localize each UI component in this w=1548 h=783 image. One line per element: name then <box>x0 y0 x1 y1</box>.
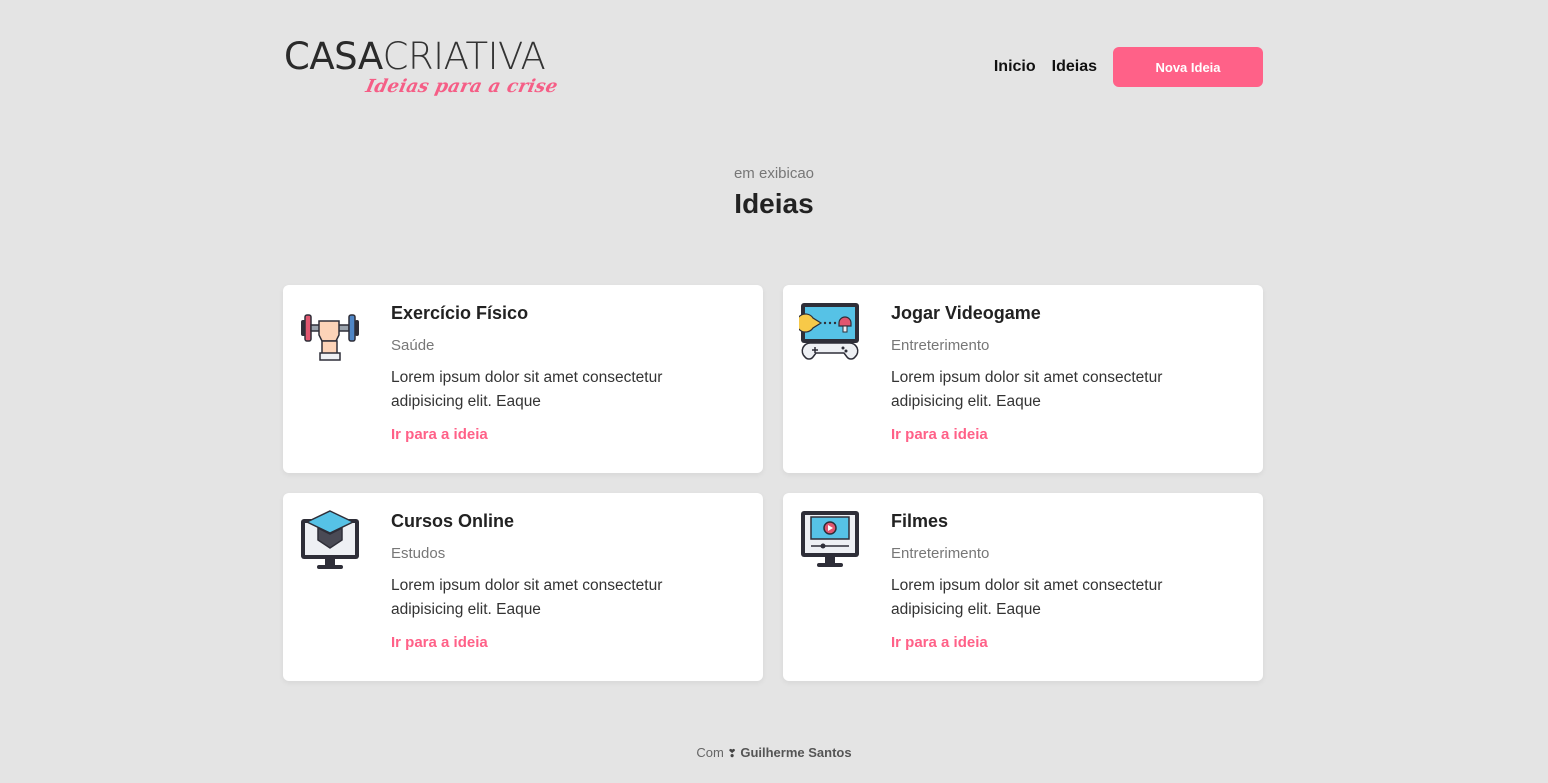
heart-icon: ❣ <box>727 748 737 760</box>
card-category: Saúde <box>391 337 435 354</box>
nav-link-ideias[interactable]: Ideias <box>1052 58 1097 76</box>
card-title: Filmes <box>891 511 949 531</box>
idea-card: Jogar Videogame Entreterimento Lorem ips… <box>783 285 1263 473</box>
footer: Com ❣ Guilherme Santos <box>0 745 1548 760</box>
online-course-icon <box>301 510 359 569</box>
videogame-icon <box>799 303 859 360</box>
card-description: Lorem ipsum dolor sit amet consectetur a… <box>891 577 1163 618</box>
card-link[interactable]: Ir para a ideia <box>891 426 988 443</box>
logo[interactable]: CASACRIATIVA Ideias para a crise <box>284 38 584 102</box>
footer-author: Guilherme Santos <box>740 745 852 760</box>
footer-prefix: Com <box>696 745 724 760</box>
card-link[interactable]: Ir para a ideia <box>391 634 488 651</box>
card-description: Lorem ipsum dolor sit amet consectetur a… <box>391 369 663 410</box>
card-category: Estudos <box>391 545 446 562</box>
card-description: Lorem ipsum dolor sit amet consectetur a… <box>891 369 1163 410</box>
page-title: Ideias <box>734 188 814 219</box>
movie-player-icon <box>801 511 859 567</box>
card-description: Lorem ipsum dolor sit amet consectetur a… <box>391 577 663 618</box>
dumbbell-icon <box>301 314 359 361</box>
logo-wordmark: CASACRIATIVA <box>284 35 546 78</box>
card-category: Entreterimento <box>891 337 990 354</box>
card-link[interactable]: Ir para a ideia <box>891 634 988 651</box>
page: CASACRIATIVA Ideias para a crise Inicio … <box>0 0 1548 783</box>
ideas-grid: Exercício Físico Saúde Lorem ipsum dolor… <box>283 285 1263 681</box>
card-title: Exercício Físico <box>391 303 529 323</box>
idea-card: Filmes Entreterimento Lorem ipsum dolor … <box>783 493 1263 681</box>
logo-tagline: Ideias para a crise <box>363 76 560 97</box>
idea-card: Exercício Físico Saúde Lorem ipsum dolor… <box>283 285 763 473</box>
main-nav: Inicio Ideias Nova Ideia <box>994 47 1263 87</box>
nav-link-inicio[interactable]: Inicio <box>994 58 1036 76</box>
idea-card: Cursos Online Estudos Lorem ipsum dolor … <box>283 493 763 681</box>
card-title: Jogar Videogame <box>891 303 1041 323</box>
nova-ideia-button[interactable]: Nova Ideia <box>1113 47 1263 87</box>
card-title: Cursos Online <box>391 511 515 531</box>
card-link[interactable]: Ir para a ideia <box>391 426 488 443</box>
card-category: Entreterimento <box>891 545 990 562</box>
section-heading: em exibicao Ideias <box>0 165 1548 220</box>
section-subtitle: em exibicao <box>733 165 815 182</box>
